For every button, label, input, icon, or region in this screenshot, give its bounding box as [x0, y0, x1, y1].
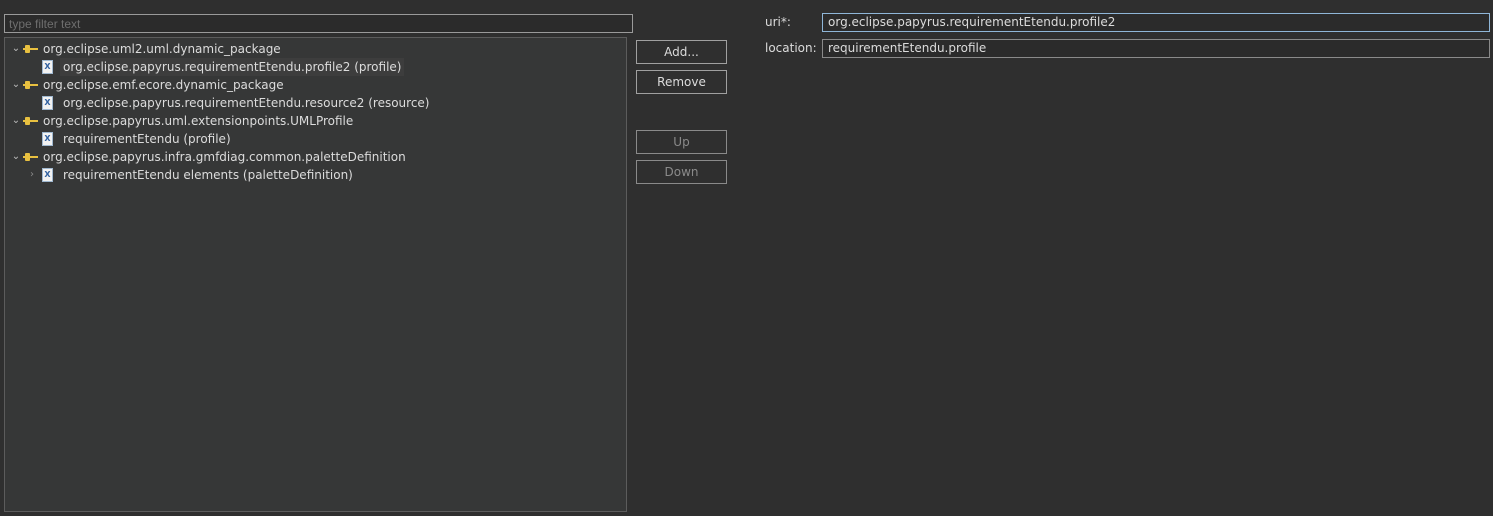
tree-node-palette-elements[interactable]: › X requirementEtendu elements (paletteD…: [26, 166, 356, 184]
tree-node-resource2[interactable]: X org.eclipse.papyrus.requirementEtendu.…: [42, 94, 432, 112]
tree-node-requirement-profile[interactable]: X requirementEtendu (profile): [42, 130, 234, 148]
tree-node-label: org.eclipse.papyrus.infra.gmfdiag.common…: [43, 150, 406, 164]
plugin-extension-icon: [23, 152, 38, 162]
xml-file-icon: X: [42, 132, 53, 146]
remove-button[interactable]: Remove: [636, 70, 727, 94]
tree-node-palette-definition-extension[interactable]: ⌄ org.eclipse.papyrus.infra.gmfdiag.comm…: [10, 148, 409, 166]
xml-file-icon: X: [42, 96, 53, 110]
tree-node-label: org.eclipse.papyrus.uml.extensionpoints.…: [43, 114, 354, 128]
chevron-down-icon[interactable]: ⌄: [10, 148, 22, 166]
tree-node-label: org.eclipse.papyrus.requirementEtendu.pr…: [60, 58, 405, 76]
tree-node-label: org.eclipse.emf.ecore.dynamic_package: [43, 78, 284, 92]
filter-input[interactable]: [4, 14, 633, 33]
plugin-extension-icon: [23, 116, 38, 126]
plugin-extension-icon: [23, 80, 38, 90]
extensions-tree[interactable]: ⌄ org.eclipse.uml2.uml.dynamic_package X…: [4, 37, 627, 512]
tree-node-ecore-dynamic-package[interactable]: ⌄ org.eclipse.emf.ecore.dynamic_package: [10, 76, 287, 94]
tree-node-profile2[interactable]: X org.eclipse.papyrus.requirementEtendu.…: [42, 58, 405, 76]
xml-file-icon: X: [42, 60, 53, 74]
uri-label: uri*:: [765, 15, 791, 29]
tree-node-label: org.eclipse.papyrus.requirementEtendu.re…: [63, 96, 430, 110]
location-field[interactable]: requirementEtendu.profile: [822, 39, 1490, 58]
uri-field[interactable]: org.eclipse.papyrus.requirementEtendu.pr…: [822, 13, 1490, 32]
tree-node-label: requirementEtendu elements (paletteDefin…: [63, 168, 353, 182]
up-button[interactable]: Up: [636, 130, 727, 154]
tree-node-uml-profile-extension[interactable]: ⌄ org.eclipse.papyrus.uml.extensionpoint…: [10, 112, 356, 130]
chevron-down-icon[interactable]: ⌄: [10, 40, 22, 58]
tree-node-label: requirementEtendu (profile): [63, 132, 231, 146]
tree-node-label: org.eclipse.uml2.uml.dynamic_package: [43, 42, 281, 56]
chevron-down-icon[interactable]: ⌄: [10, 76, 22, 94]
chevron-down-icon[interactable]: ⌄: [10, 112, 22, 130]
plugin-extension-icon: [23, 44, 38, 54]
add-button[interactable]: Add...: [636, 40, 727, 64]
location-label: location:: [765, 41, 817, 55]
xml-file-icon: X: [42, 168, 53, 182]
tree-node-uml-dynamic-package[interactable]: ⌄ org.eclipse.uml2.uml.dynamic_package: [10, 40, 284, 58]
chevron-right-icon[interactable]: ›: [26, 166, 38, 184]
down-button[interactable]: Down: [636, 160, 727, 184]
